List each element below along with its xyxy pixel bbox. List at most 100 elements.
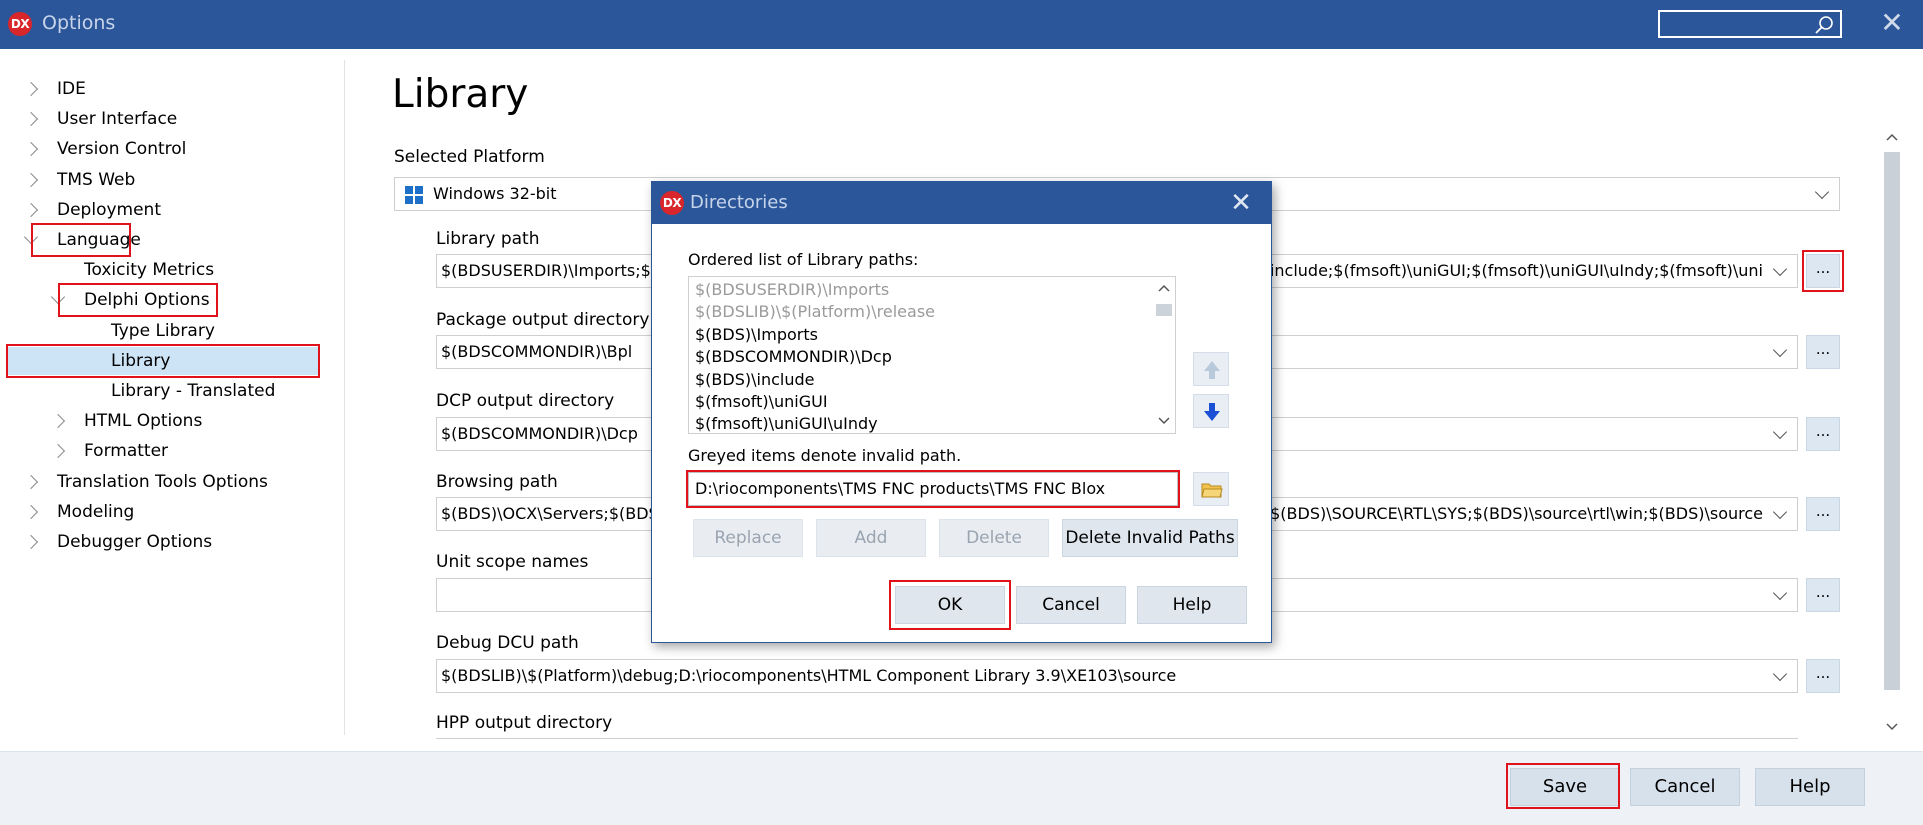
browsing-path-browse-button[interactable]: ... — [1806, 497, 1840, 531]
tree-item[interactable]: Debugger Options — [0, 528, 340, 556]
help-button[interactable]: Help — [1137, 586, 1247, 624]
library-path-value-end: include;$(fmsoft)\uniGUI;$(fmsoft)\uniGU… — [1269, 261, 1763, 280]
chevron-right-icon[interactable] — [23, 202, 39, 217]
browse-folder-button[interactable] — [1193, 472, 1229, 506]
browsing-path-value-start: $(BDS)\OCX\Servers;$(BDS — [441, 504, 659, 523]
tree-item-label: IDE — [57, 79, 86, 99]
directories-dialog: DX Directories ✕ Ordered list of Library… — [651, 181, 1272, 643]
tree-item[interactable]: TMS Web — [0, 166, 340, 194]
scroll-thumb[interactable] — [1884, 152, 1900, 690]
highlight-box — [686, 470, 1180, 508]
windows-logo-icon — [405, 186, 423, 204]
dcp-output-browse-button[interactable]: ... — [1806, 417, 1840, 451]
tree-item[interactable]: Delphi Options — [0, 283, 340, 318]
list-item[interactable]: $(fmsoft)\uniGUI\uIndy — [695, 413, 878, 433]
tree-item[interactable]: Deployment — [0, 196, 340, 224]
chevron-right-icon[interactable] — [23, 504, 39, 519]
tree-item[interactable]: User Interface — [0, 105, 340, 133]
tree-item-label: Type Library — [111, 320, 215, 341]
tree-divider — [344, 60, 345, 735]
library-path-value-start: $(BDSUSERDIR)\Imports;$( — [441, 261, 658, 280]
help-button[interactable]: Help — [1755, 768, 1865, 806]
scroll-thumb[interactable] — [1156, 304, 1172, 316]
scroll-down-icon[interactable] — [1158, 416, 1170, 426]
dialog-close-button[interactable]: ✕ — [1224, 186, 1258, 220]
list-item[interactable]: $(fmsoft)\uniGUI — [695, 391, 828, 413]
debug-dcu-value: $(BDSLIB)\$(Platform)\debug;D:\riocompon… — [441, 666, 1177, 685]
add-button[interactable]: Add — [816, 519, 926, 557]
browsing-path-value-end: ;$(BDS)\SOURCE\RTL\SYS;$(BDS)\source\rtl… — [1264, 504, 1763, 523]
move-down-button[interactable] — [1193, 394, 1229, 428]
dialog-title-bar: DX Directories ✕ — [652, 182, 1271, 224]
cancel-button[interactable]: Cancel — [1016, 586, 1126, 624]
chevron-right-icon[interactable] — [23, 534, 39, 550]
list-item[interactable]: $(BDSLIB)\$(Platform)\release — [695, 301, 935, 323]
tree-item-label: Toxicity Metrics — [84, 260, 215, 281]
platform-value: Windows 32-bit — [433, 184, 557, 203]
chevron-right-icon[interactable] — [23, 112, 39, 127]
tree-item[interactable]: Language — [0, 223, 340, 257]
scroll-up-icon[interactable] — [1886, 132, 1898, 142]
tree-item-label: Translation Tools Options — [57, 471, 268, 492]
dcp-output-label: DCP output directory — [436, 391, 615, 411]
unit-scope-browse-button[interactable]: ... — [1806, 578, 1840, 612]
chevron-right-icon[interactable] — [23, 172, 39, 187]
package-output-value: $(BDSCOMMONDIR)\Bpl — [441, 342, 633, 361]
tree-item[interactable]: Library — [0, 343, 340, 378]
debug-dcu-browse-button[interactable]: ... — [1806, 659, 1840, 693]
tree-item-label: Modeling — [57, 501, 135, 522]
tree-item[interactable]: Toxicity Metrics — [0, 256, 340, 284]
search-input[interactable] — [1658, 10, 1842, 38]
app-logo-icon: DX — [660, 191, 684, 215]
arrow-down-icon — [1204, 403, 1220, 421]
chevron-right-icon[interactable] — [23, 81, 39, 97]
tree-item[interactable]: Translation Tools Options — [0, 468, 340, 496]
highlight-box — [58, 283, 218, 318]
tree-item[interactable]: HTML Options — [0, 407, 340, 435]
debug-dcu-select[interactable]: $(BDSLIB)\$(Platform)\debug;D:\riocompon… — [436, 659, 1798, 693]
hpp-output-select[interactable] — [436, 738, 1798, 742]
chevron-right-icon[interactable] — [23, 142, 39, 157]
package-output-browse-button[interactable]: ... — [1806, 335, 1840, 369]
tree-item[interactable]: Library - Translated — [0, 377, 340, 405]
tree-item[interactable]: Formatter — [0, 437, 340, 465]
scroll-down-icon[interactable] — [1886, 722, 1898, 732]
page-title: Library — [392, 72, 529, 117]
scroll-up-icon[interactable] — [1158, 283, 1170, 293]
move-up-button[interactable] — [1193, 352, 1229, 386]
chevron-down-icon — [1772, 342, 1788, 358]
tree-item-label: Library - Translated — [111, 381, 276, 401]
cancel-button[interactable]: Cancel — [1630, 768, 1740, 806]
replace-button[interactable]: Replace — [693, 519, 803, 557]
tree-item[interactable]: IDE — [0, 75, 340, 103]
delete-invalid-paths-button[interactable]: Delete Invalid Paths — [1062, 519, 1238, 557]
tree-item-label: Debugger Options — [57, 532, 213, 552]
unit-scope-label: Unit scope names — [436, 552, 589, 572]
tree-item-label: User Interface — [57, 109, 178, 130]
list-item[interactable]: $(BDSUSERDIR)\Imports — [695, 279, 889, 301]
list-item[interactable]: $(BDSCOMMONDIR)\Dcp — [695, 346, 892, 368]
list-scrollbar[interactable] — [1153, 278, 1175, 432]
chevron-down-icon — [1772, 504, 1788, 520]
greyed-note: Greyed items denote invalid path. — [688, 446, 962, 465]
chevron-down-icon — [1814, 184, 1830, 200]
chevron-right-icon[interactable] — [50, 444, 66, 459]
list-item[interactable]: $(BDS)\include — [695, 369, 814, 391]
tree-item[interactable]: Type Library — [0, 317, 340, 345]
chevron-right-icon[interactable] — [23, 474, 39, 489]
tree-item[interactable]: Modeling — [0, 498, 340, 526]
debug-dcu-label: Debug DCU path — [436, 633, 579, 653]
chevron-down-icon — [1772, 585, 1788, 601]
list-item[interactable]: $(BDS)\Imports — [695, 324, 818, 346]
tree-item[interactable]: Version Control — [0, 135, 340, 163]
search-icon — [1815, 16, 1833, 34]
chevron-right-icon[interactable] — [50, 414, 66, 429]
list-label: Ordered list of Library paths: — [688, 250, 919, 269]
browsing-path-label: Browsing path — [436, 472, 558, 492]
dialog-title: Directories — [690, 192, 788, 213]
library-paths-list[interactable]: $(BDSUSERDIR)\Imports $(BDSLIB)\$(Platfor… — [688, 276, 1176, 434]
delete-button[interactable]: Delete — [939, 519, 1049, 557]
window-close-button[interactable]: ✕ — [1875, 6, 1909, 40]
highlight-box — [31, 223, 131, 257]
tree-item-label: Formatter — [84, 441, 169, 462]
